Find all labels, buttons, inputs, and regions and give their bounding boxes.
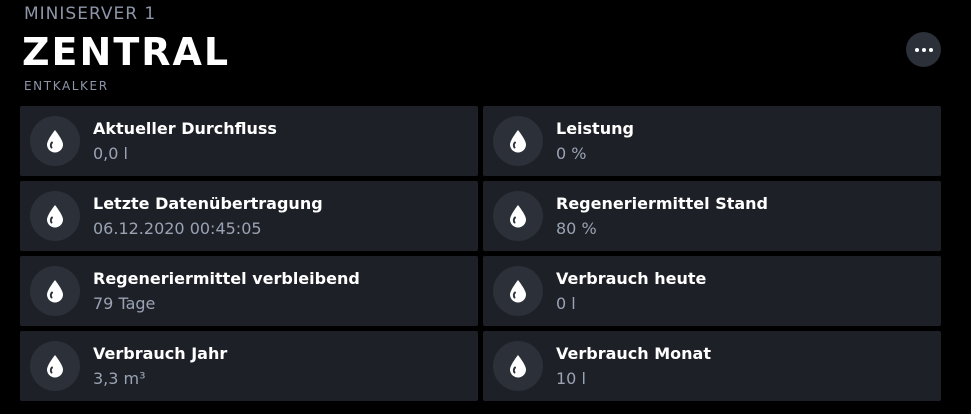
water-drop-icon <box>493 116 543 166</box>
stat-tile-letzte-datenuebertragung[interactable]: Letzte Datenübertragung 06.12.2020 00:45… <box>20 181 478 251</box>
stat-value: 0,0 l <box>93 144 128 163</box>
stat-label: Regeneriermittel Stand <box>556 194 769 213</box>
more-options-button[interactable] <box>906 32 941 67</box>
more-horizontal-icon <box>921 47 926 52</box>
stat-value: 79 Tage <box>93 294 156 313</box>
stat-tile-verbrauch-jahr[interactable]: Verbrauch Jahr 3,3 m³ <box>20 331 478 401</box>
stat-tile-aktueller-durchfluss[interactable]: Aktueller Durchfluss 0,0 l <box>20 106 478 176</box>
app-root: MINISERVER 1 ZENTRAL ENTKALKER Aktueller… <box>0 0 971 414</box>
page-subtitle: ENTKALKER <box>24 79 109 93</box>
stat-value: 10 l <box>556 369 586 388</box>
stat-tile-verbrauch-monat[interactable]: Verbrauch Monat 10 l <box>483 331 941 401</box>
stat-value: 06.12.2020 00:45:05 <box>93 219 262 238</box>
stat-value: 0 % <box>556 144 587 163</box>
stat-label: Verbrauch Monat <box>556 344 711 363</box>
stats-grid: Aktueller Durchfluss 0,0 l Leistung 0 % … <box>20 106 941 401</box>
water-drop-icon <box>30 266 80 316</box>
stat-tile-regeneriermittel-verbleibend[interactable]: Regeneriermittel verbleibend 79 Tage <box>20 256 478 326</box>
more-horizontal-icon <box>928 47 933 52</box>
stat-label: Letzte Datenübertragung <box>93 194 323 213</box>
server-name: MINISERVER 1 <box>24 4 157 24</box>
stat-value: 0 l <box>556 294 576 313</box>
stat-label: Leistung <box>556 119 634 138</box>
page-title: ZENTRAL <box>22 30 231 74</box>
stat-label: Verbrauch heute <box>556 269 707 288</box>
stat-label: Verbrauch Jahr <box>93 344 228 363</box>
stat-tile-leistung[interactable]: Leistung 0 % <box>483 106 941 176</box>
water-drop-icon <box>493 341 543 391</box>
stat-tile-regeneriermittel-stand[interactable]: Regeneriermittel Stand 80 % <box>483 181 941 251</box>
water-drop-icon <box>30 191 80 241</box>
more-horizontal-icon <box>914 47 919 52</box>
stat-label: Regeneriermittel verbleibend <box>93 269 360 288</box>
water-drop-icon <box>493 191 543 241</box>
stat-value: 80 % <box>556 219 597 238</box>
water-drop-icon <box>30 116 80 166</box>
water-drop-icon <box>493 266 543 316</box>
water-drop-icon <box>30 341 80 391</box>
stat-tile-verbrauch-heute[interactable]: Verbrauch heute 0 l <box>483 256 941 326</box>
stat-label: Aktueller Durchfluss <box>93 119 277 138</box>
stat-value: 3,3 m³ <box>93 369 146 388</box>
